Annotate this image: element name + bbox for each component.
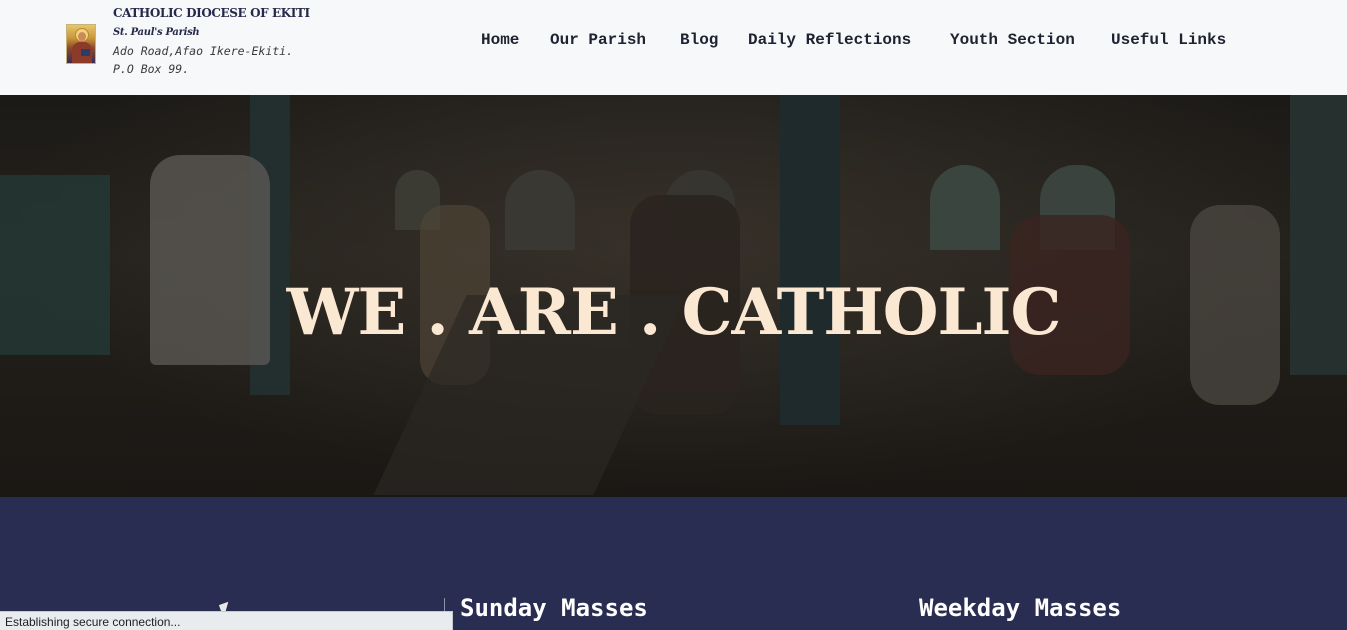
address-line-1: Ado Road,Afao Ikere-Ekiti. — [113, 44, 294, 58]
nav-youth-section[interactable]: Youth Section — [950, 31, 1075, 49]
site-header: CATHOLIC DIOCESE OF EKITI St. Paul's Par… — [0, 0, 1347, 95]
parish-name: St. Paul's Parish — [113, 27, 200, 38]
nav-blog[interactable]: Blog — [680, 31, 718, 49]
nav-our-parish[interactable]: Our Parish — [550, 31, 646, 49]
hero-title: WE . ARE . CATHOLIC — [286, 275, 1062, 350]
nav-home[interactable]: Home — [481, 31, 519, 49]
nav-useful-links[interactable]: Useful Links — [1111, 31, 1226, 49]
saint-paul-icon[interactable] — [66, 24, 96, 64]
browser-status-bar: Establishing secure connection... — [0, 611, 453, 630]
address-line-2: P.O Box 99. — [113, 62, 190, 76]
diocese-name: CATHOLIC DIOCESE OF EKITI — [113, 6, 310, 20]
hero-banner: WE . ARE . CATHOLIC — [0, 95, 1347, 497]
sunday-masses-heading: Sunday Masses — [460, 594, 648, 622]
nav-daily-reflections[interactable]: Daily Reflections — [748, 31, 911, 49]
weekday-masses-heading: Weekday Masses — [919, 594, 1122, 622]
